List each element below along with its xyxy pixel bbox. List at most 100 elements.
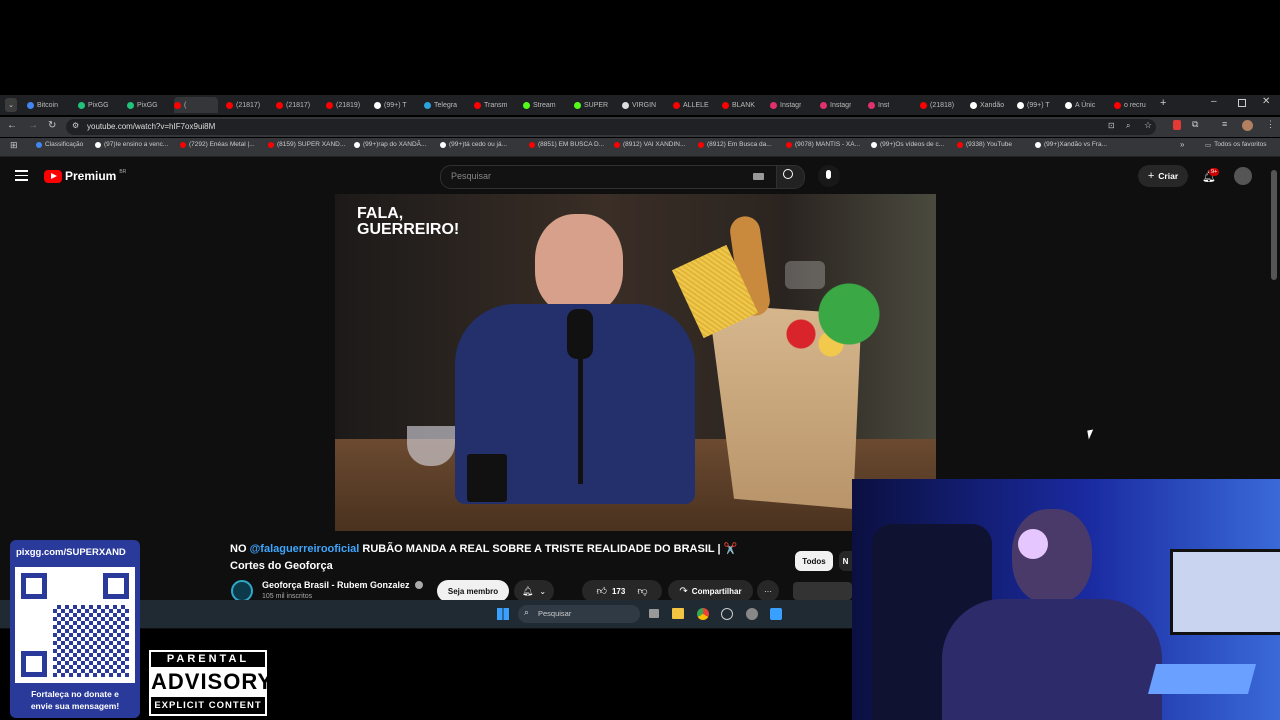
media-control-icon[interactable]: ≡ [1222,119,1227,129]
page-scrollbar[interactable] [1271,170,1277,280]
channel-avatar[interactable] [231,580,253,602]
search-input[interactable]: Pesquisar [451,171,491,181]
all-favorites-folder[interactable]: ▭ Todos os favoritos [1205,141,1267,149]
search-box[interactable]: Pesquisar [440,165,778,189]
mention-link[interactable]: @falaguerreirooficial [250,543,360,555]
settings-icon[interactable] [746,608,758,620]
zoom-icon[interactable]: ⌕ [1126,121,1130,131]
bookmark-item[interactable]: (9078) MANTIS - XA... [786,141,860,148]
tab-label: SUPER [584,101,609,109]
tab-favicon-icon [276,101,283,109]
browser-tab[interactable]: Instagr [770,97,801,113]
chip-all[interactable]: Todos [795,551,833,571]
bookmark-favicon-icon [180,141,186,148]
account-avatar[interactable] [1234,167,1252,185]
extension-icon[interactable] [1173,120,1181,130]
bookmark-item[interactable]: (99+)rap do XANDÃ... [354,141,426,148]
url-text[interactable]: youtube.com/watch?v=hIF7ox9ui8M [87,122,215,131]
browser-tab[interactable]: (99+) T [1017,97,1050,113]
search-button[interactable] [776,165,805,189]
browser-tab[interactable]: (21819) [326,97,360,113]
browser-tab[interactable]: ( [174,97,218,113]
browser-tab[interactable]: Stream [523,97,556,113]
browser-tab[interactable]: PixGG [127,97,158,113]
browser-tab[interactable]: Bitcoin [27,97,58,113]
new-tab-button[interactable]: + [1160,97,1166,109]
bookmark-item[interactable]: (8159) SUPER XAND... [268,141,345,148]
keyboard-icon[interactable] [753,173,764,180]
puzzle-icon[interactable]: ⧉ [1192,119,1198,130]
browser-tab[interactable]: A Únic [1065,97,1095,113]
browser-tab[interactable]: BLANK [722,97,755,113]
tab-label: PixGG [137,101,158,109]
related-thumbnail[interactable] [793,582,852,600]
apps-grid-icon[interactable]: ⊞ [10,140,18,151]
bookmark-item[interactable]: (8912) Em Busca da... [698,141,772,148]
bookmark-item[interactable]: Classificação [36,141,83,148]
tab-search-icon[interactable]: ⌄ [5,98,17,112]
bookmarks-overflow-icon[interactable]: » [1180,140,1184,149]
bookmark-item[interactable]: (97)Ie ensino a venc... [95,141,168,148]
windows-start-icon[interactable] [497,608,509,620]
create-button[interactable]: + Criar [1138,165,1188,187]
share-icon: ↷ [679,585,688,597]
browser-tab[interactable]: Xandão [970,97,1004,113]
subscribed-bell-button[interactable]: 🔔︎ ⌄ [514,580,554,602]
reload-icon[interactable]: ↻ [48,120,56,131]
browser-tab[interactable]: VIRGIN [622,97,656,113]
share-button[interactable]: ↷ Compartilhar [668,580,753,602]
more-actions-button[interactable]: ··· [757,580,779,602]
bookmark-item[interactable]: (99+)Xandão vs Fra... [1035,141,1107,148]
bookmark-item[interactable]: (8912) VAI XANDIN... [614,141,685,148]
tab-favicon-icon [970,101,977,109]
bookmark-item[interactable]: (99+)tá cedo ou já... [440,141,507,148]
browser-tab[interactable]: Telegra [424,97,457,113]
maximize-button[interactable] [1238,99,1246,107]
browser-tab[interactable]: Transm [474,97,507,113]
back-icon[interactable]: ← [7,120,17,131]
chip-next[interactable]: N [839,551,852,571]
file-explorer-icon[interactable] [672,608,684,619]
dislike-button[interactable]: 👎︎ [637,585,647,597]
speaker-head [535,214,623,314]
like-button[interactable]: 👍︎ 173 [597,585,626,597]
bookmark-star-icon[interactable]: ☆ [1144,120,1152,131]
youtube-logo[interactable]: Premium BR [44,169,126,183]
site-info-icon[interactable]: ⚙ [72,121,79,130]
bookmark-item[interactable]: (7292) Enéas Metal |... [180,141,255,148]
browser-tab[interactable]: ALLELE [673,97,709,113]
browser-menu-icon[interactable]: ⋮ [1266,119,1275,130]
browser-tab[interactable]: Instagr [820,97,851,113]
forward-icon[interactable]: → [28,120,38,131]
browser-tab[interactable]: (99+) T [374,97,407,113]
bookmark-item[interactable]: (8851) EM BUSCA D... [529,141,604,148]
close-window-button[interactable]: ✕ [1262,96,1270,107]
bookmark-favicon-icon [354,141,360,148]
guide-menu-icon[interactable] [15,170,28,181]
browser-tab[interactable]: o recru [1114,97,1146,113]
bookmark-label: (7292) Enéas Metal |... [189,141,255,148]
bookmark-label: (99+)Xandão vs Fra... [1044,141,1108,148]
voice-search-button[interactable] [818,165,840,187]
browser-tab[interactable]: PixGG [78,97,109,113]
taskbar-search[interactable]: ⌕ Pesquisar [518,605,640,623]
chrome-icon[interactable] [697,608,709,620]
browser-tab[interactable]: (21817) [276,97,310,113]
profile-avatar[interactable] [1242,120,1253,131]
browser-tab[interactable]: (21817) [226,97,260,113]
app-icon-1[interactable] [721,608,733,620]
browser-tab[interactable]: SUPER [574,97,608,113]
omnibox[interactable]: ⚙ youtube.com/watch?v=hIF7ox9ui8M ⊡ ⌕ ☆ [66,119,1156,135]
minimize-button[interactable]: – [1211,96,1217,107]
bookmark-item[interactable]: (9338) YouTube [957,141,1012,148]
app-icon-2[interactable] [770,608,782,620]
task-view-icon[interactable] [649,609,659,618]
bookmark-item[interactable]: (99+)Os vídeos de c... [871,141,944,148]
video-player[interactable]: FALA, GUERREIRO! [335,194,936,531]
install-icon[interactable]: ⊡ [1108,121,1115,130]
channel-name[interactable]: Geoforça Brasil - Rubem Gonzalez [262,580,410,590]
browser-tab[interactable]: (21818) [920,97,954,113]
browser-tab[interactable]: Inst [868,97,889,113]
join-button[interactable]: Seja membro [437,580,509,602]
tab-favicon-icon [27,101,34,109]
